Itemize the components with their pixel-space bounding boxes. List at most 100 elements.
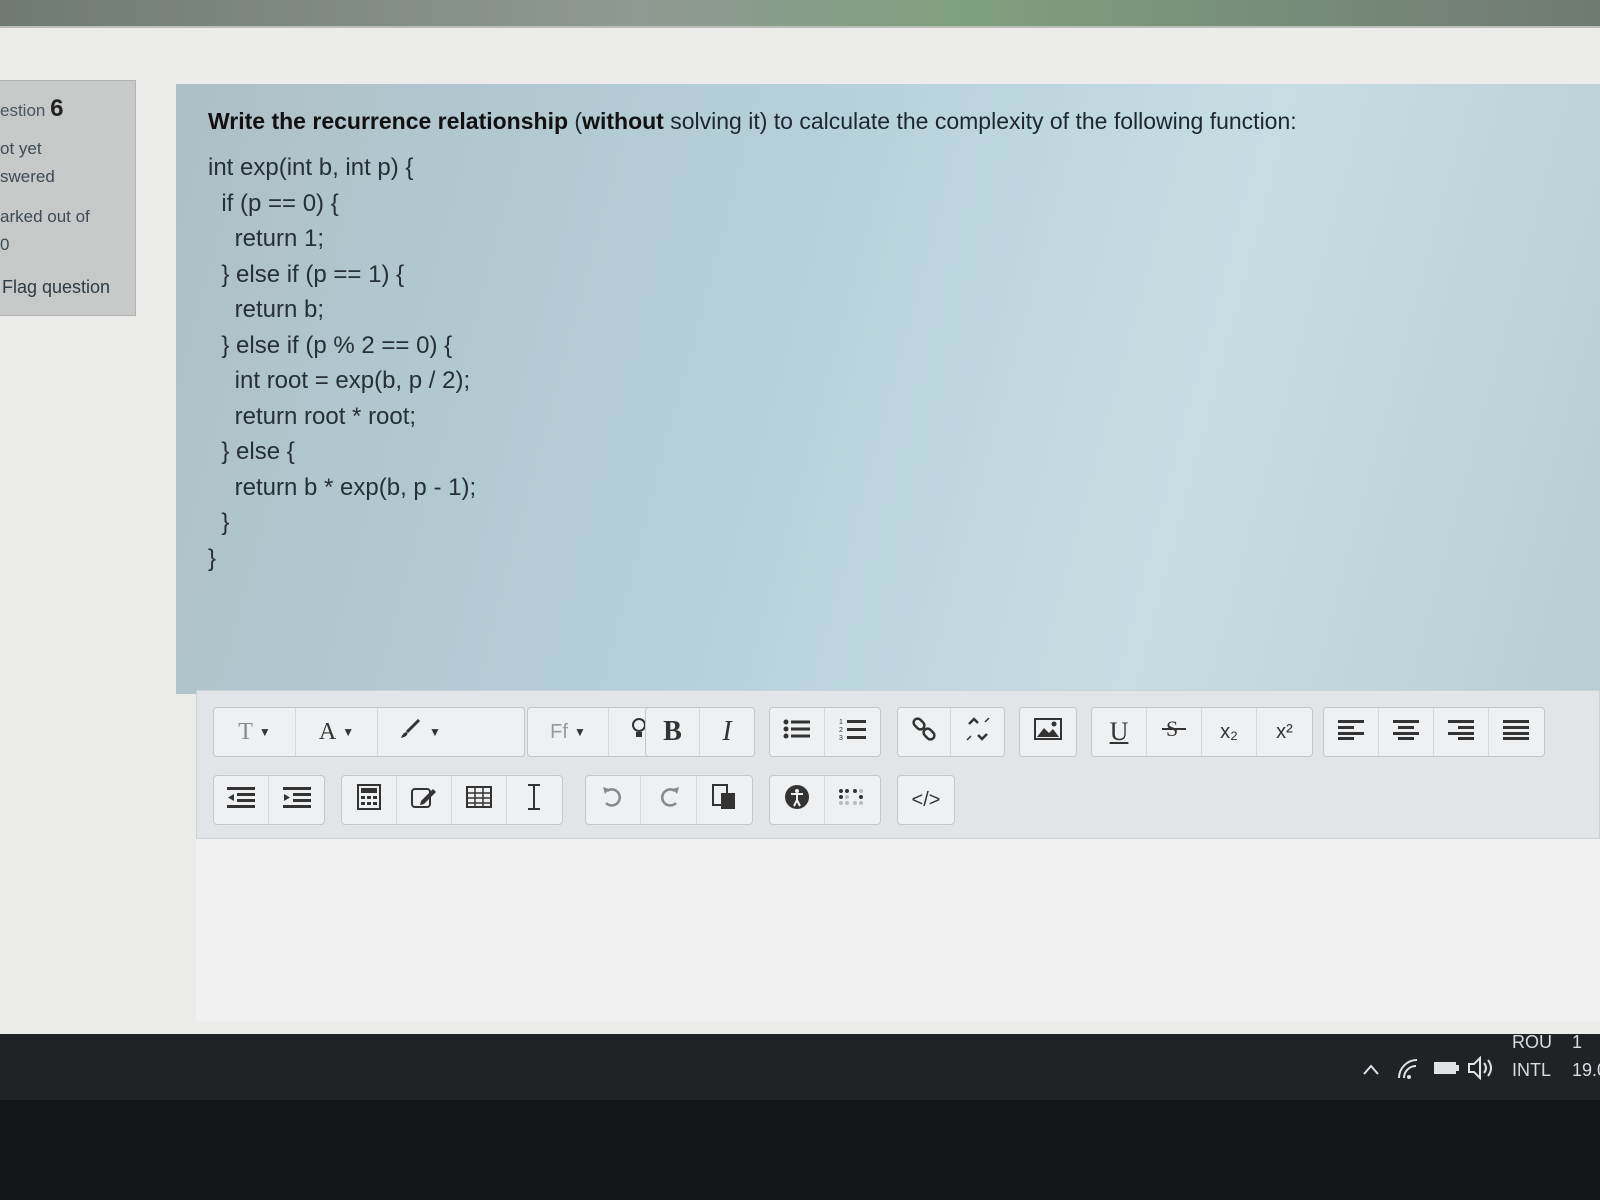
clock-date: 19.0 [1572, 1060, 1600, 1080]
font-size-label: A [318, 718, 337, 745]
input-language-indicator[interactable]: ROU INTL [1512, 1028, 1552, 1084]
chevron-down-icon: ▼ [258, 725, 271, 739]
code-line: } [208, 544, 217, 572]
redo-icon [657, 785, 681, 816]
outdent-icon [227, 786, 255, 815]
screen-reader-helper-button[interactable] [825, 776, 880, 824]
question-number: 6 [50, 95, 64, 122]
code-line: int root = exp(b, p / 2); [208, 367, 471, 394]
font-family-label: Ff [550, 720, 568, 743]
unlink-button[interactable] [951, 708, 1004, 756]
accessibility-checker-button[interactable] [770, 776, 826, 824]
text-color-button[interactable]: ▼ [378, 708, 460, 756]
brush-icon [397, 718, 423, 747]
table-icon [466, 785, 492, 815]
outdent-button[interactable] [214, 776, 270, 824]
font-size-button[interactable]: A ▼ [296, 708, 378, 756]
paragraph-style-button[interactable]: T ▼ [214, 708, 296, 756]
html-source-button[interactable]: </> [898, 776, 954, 824]
text-cursor-icon [526, 783, 542, 818]
prompt-bold-1: Write the recurrence relationship [208, 108, 569, 134]
toolbar-group-style: T ▼ A ▼ ▼ [213, 707, 525, 757]
chevron-down-icon: ▼ [429, 725, 441, 739]
italic-button[interactable]: I [700, 708, 754, 756]
toolbar-group-align [1323, 707, 1545, 757]
tray-expand-icon[interactable] [1360, 1044, 1382, 1092]
code-line: return b; [208, 296, 325, 323]
toolbar-group-bold-italic: B I [645, 707, 755, 757]
unordered-list-button[interactable] [770, 708, 826, 756]
question-label-text: estion [0, 101, 46, 120]
taskbar-clock[interactable]: 1 19.0 [1572, 1028, 1600, 1084]
prompt-paren: ( [568, 108, 583, 134]
align-left-button[interactable] [1324, 708, 1379, 756]
wifi-icon[interactable] [1396, 1044, 1422, 1092]
battery-icon[interactable] [1432, 1044, 1460, 1092]
manage-files-button[interactable] [397, 776, 452, 824]
question-info-panel: estion 6 ot yet swered arked out of 0 Fl… [0, 80, 136, 316]
align-left-icon [1338, 718, 1364, 747]
link-button[interactable] [898, 708, 952, 756]
indent-button[interactable] [269, 776, 324, 824]
svg-text:3: 3 [839, 735, 843, 741]
accessibility-icon [784, 784, 810, 817]
insert-image-button[interactable] [1020, 708, 1076, 756]
underline-button[interactable]: U [1092, 708, 1147, 756]
code-line: return root * root; [208, 402, 417, 430]
paragraph-style-label: T [238, 718, 253, 745]
strikethrough-icon: S [1162, 716, 1186, 749]
toolbar-group-lists: 123 [769, 707, 881, 757]
toolbar-group-indent [213, 775, 325, 825]
undo-icon [601, 785, 625, 816]
flag-question-link[interactable]: Flag question [2, 277, 110, 298]
code-line: return b * exp(b, p - 1); [208, 473, 477, 501]
prompt-rest: solving it) to calculate the complexity … [663, 108, 1297, 134]
undo-button[interactable] [586, 776, 642, 824]
unlink-icon [965, 716, 991, 749]
align-justify-icon [1503, 718, 1530, 747]
marked-out-of-label: arked out of [0, 207, 90, 226]
calculator-icon [357, 783, 381, 817]
align-right-icon [1448, 718, 1474, 747]
status-line-1: ot yet [0, 139, 42, 158]
ordered-list-button[interactable]: 123 [825, 708, 880, 756]
link-icon [911, 716, 937, 749]
screen-bezel [0, 1100, 1600, 1200]
align-justify-button[interactable] [1489, 708, 1544, 756]
numbered-list-icon: 123 [839, 717, 867, 748]
paste-button[interactable] [697, 776, 752, 824]
status-line-2: swered [0, 167, 55, 186]
edit-icon [411, 785, 437, 816]
equation-editor-button[interactable] [342, 776, 397, 824]
answer-textarea[interactable] [196, 838, 1600, 1021]
align-center-button[interactable] [1379, 708, 1434, 756]
toolbar-group-source: </> [897, 775, 955, 825]
marked-out-of-value: 0 [0, 235, 10, 254]
keyboard-layout: INTL [1512, 1060, 1552, 1080]
question-number-label: estion 6 [0, 95, 63, 123]
subscript-button[interactable]: x₂ [1202, 708, 1257, 756]
question-prompt: Write the recurrence relationship (witho… [208, 108, 1297, 135]
browser-top-bar [0, 0, 1600, 26]
font-family-button[interactable]: Ff ▼ [528, 708, 609, 756]
superscript-label: x² [1276, 720, 1293, 743]
subscript-label: x₂ [1220, 720, 1238, 743]
italic-label: I [722, 716, 732, 747]
code-line: int exp(int b, int p) { [208, 154, 414, 181]
align-right-button[interactable] [1434, 708, 1489, 756]
bold-button[interactable]: B [646, 708, 701, 756]
code-line: } else { [208, 438, 295, 465]
align-center-icon [1393, 718, 1419, 747]
toolbar-group-history [585, 775, 753, 825]
volume-icon[interactable] [1466, 1044, 1496, 1092]
code-block: int exp(int b, int p) { if (p == 0) { re… [208, 150, 476, 576]
insert-table-button[interactable] [452, 776, 507, 824]
code-line: if (p == 0) { [208, 189, 339, 217]
clear-formatting-button[interactable] [507, 776, 562, 824]
underline-label: U [1109, 717, 1129, 746]
toolbar-group-links [897, 707, 1005, 757]
strikethrough-button[interactable]: S [1147, 708, 1202, 756]
superscript-button[interactable]: x² [1257, 708, 1312, 756]
redo-button[interactable] [641, 776, 697, 824]
braille-icon [838, 786, 868, 814]
